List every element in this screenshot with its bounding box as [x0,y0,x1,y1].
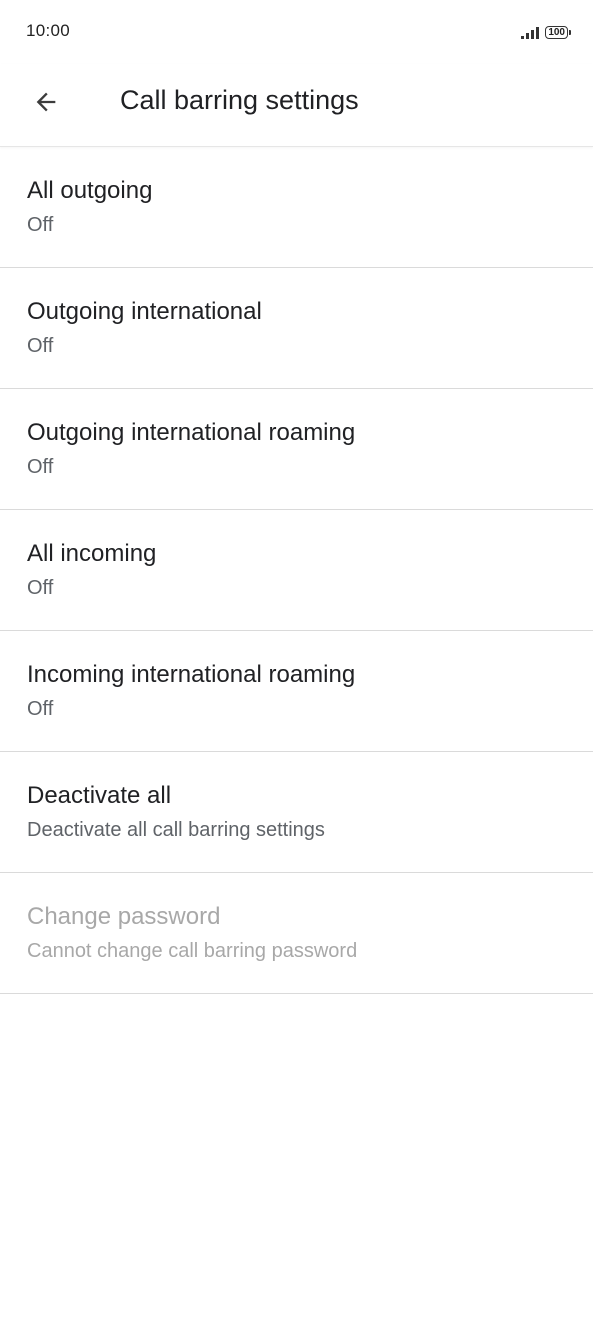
item-title: Change password [27,903,221,930]
list-item-all-incoming[interactable]: All incoming Off [0,510,593,631]
battery-level: 100 [545,25,568,39]
status-icons: 100 [521,23,571,41]
arrow-back-icon [36,92,56,112]
list-item-deactivate-all[interactable]: Deactivate all Deactivate all call barri… [0,752,593,873]
signal-icon [521,25,540,39]
item-summary: Off [27,214,54,236]
page-title: Call barring settings [120,85,359,115]
settings-list: All outgoing Off Outgoing international … [0,147,593,994]
item-summary: Off [27,456,54,478]
item-title: All outgoing [27,177,153,204]
item-summary: Off [27,698,54,720]
item-summary: Deactivate all call barring settings [27,819,325,841]
list-item-outgoing-international-roaming[interactable]: Outgoing international roaming Off [0,389,593,510]
item-title: Deactivate all [27,782,172,809]
status-time: 10:00 [26,21,71,40]
list-item-outgoing-international[interactable]: Outgoing international Off [0,268,593,389]
battery-icon: 100 [545,25,571,39]
item-summary: Off [27,335,54,357]
item-summary: Cannot change call barring password [27,940,358,962]
list-item-change-password: Change password Cannot change call barri… [0,873,593,994]
item-title: Outgoing international [27,298,262,325]
item-title: Outgoing international roaming [27,419,356,446]
back-button[interactable] [24,80,68,124]
item-title: All incoming [27,540,157,567]
list-item-all-outgoing[interactable]: All outgoing Off [0,147,593,268]
item-title: Incoming international roaming [27,661,356,688]
item-summary: Off [27,577,54,599]
app-bar: Call barring settings [0,64,593,147]
status-bar: 10:00 100 [0,0,593,64]
list-item-incoming-international-roaming[interactable]: Incoming international roaming Off [0,631,593,752]
